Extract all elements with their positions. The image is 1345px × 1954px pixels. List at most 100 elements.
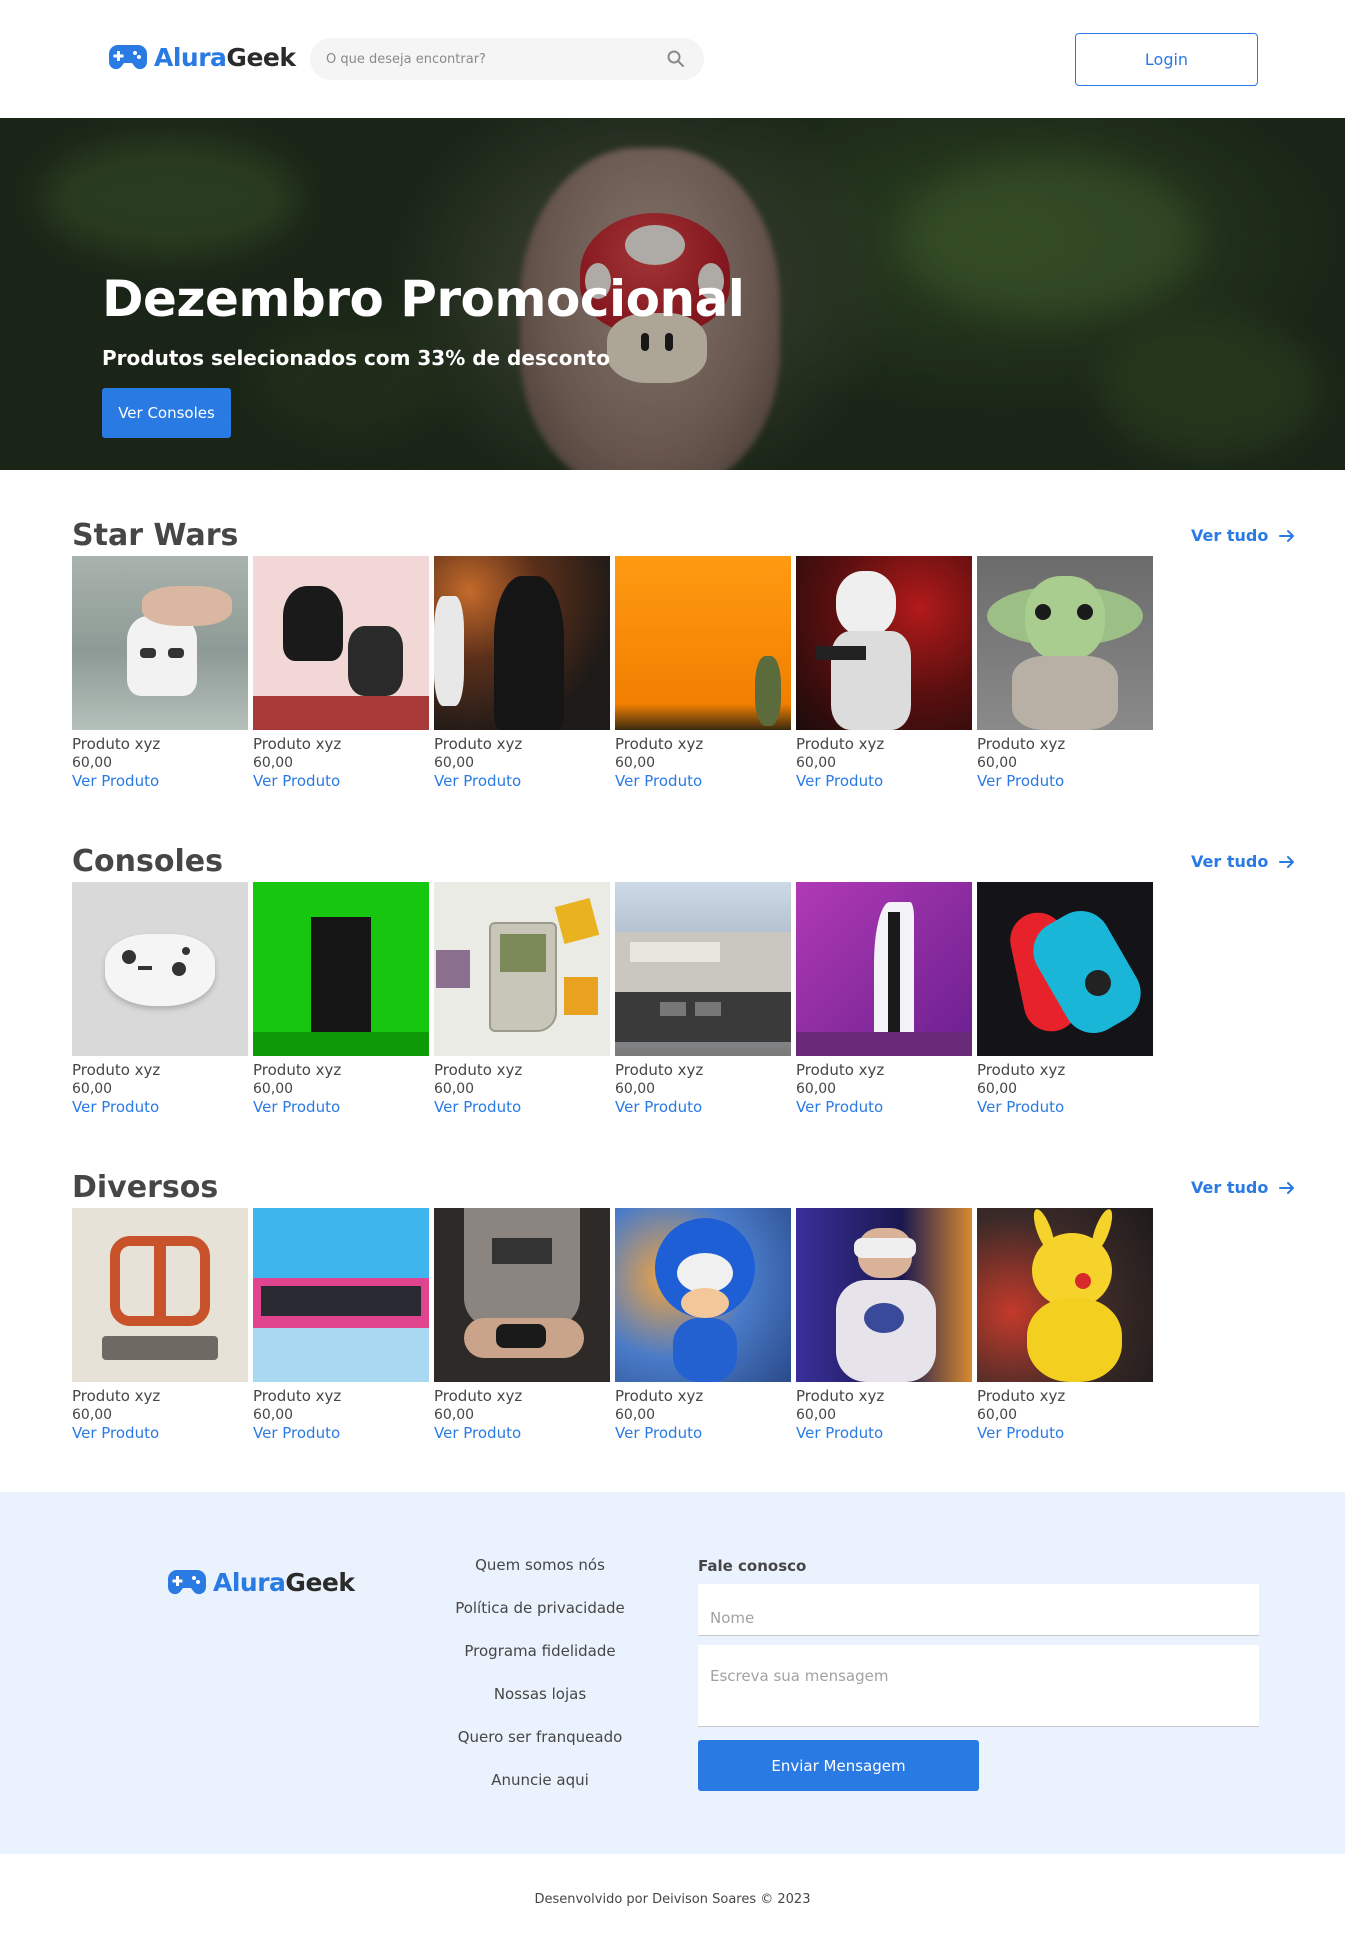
product-card[interactable]: Produto xyz 60,00 Ver Produto [615, 1208, 791, 1443]
product-card[interactable]: Produto xyz 60,00 Ver Produto [796, 1208, 972, 1443]
view-product-link[interactable]: Ver Produto [253, 1098, 429, 1117]
product-card[interactable]: Produto xyz 60,00 Ver Produto [253, 882, 429, 1117]
product-price: 60,00 [434, 1407, 475, 1423]
product-image-kylo-ren[interactable] [434, 556, 610, 730]
product-image-xbox-controller[interactable] [72, 882, 248, 1056]
product-image-kid-nes-shirt[interactable] [434, 1208, 610, 1382]
product-name: Produto xyz [796, 1061, 885, 1079]
product-card[interactable]: Produto xyz 60,00 Ver Produto [977, 556, 1153, 791]
product-name: Produto xyz [434, 735, 523, 753]
view-product-link[interactable]: Ver Produto [434, 1424, 610, 1443]
search-icon[interactable] [666, 49, 686, 69]
product-card[interactable]: Produto xyz 60,00 Ver Produto [615, 556, 791, 791]
product-name: Produto xyz [796, 735, 885, 753]
product-card[interactable]: Produto xyz 60,00 Ver Produto [977, 882, 1153, 1117]
footer-brand-logo[interactable]: AluraGeek [167, 1566, 355, 1598]
view-product-link[interactable]: Ver Produto [72, 1424, 248, 1443]
view-product-link[interactable]: Ver Produto [72, 1098, 248, 1117]
view-product-link[interactable]: Ver Produto [253, 1424, 429, 1443]
product-card[interactable]: Produto xyz 60,00 Ver Produto [72, 556, 248, 791]
product-card[interactable]: Produto xyz 60,00 Ver Produto [977, 1208, 1153, 1443]
banner-subtitle: Produtos selecionados com 33% de descont… [102, 346, 610, 370]
view-product-link[interactable]: Ver Produto [615, 1424, 791, 1443]
view-product-link[interactable]: Ver Produto [977, 1098, 1153, 1117]
header: AluraGeek Login [0, 0, 1345, 118]
product-image-xbox-series-x[interactable] [253, 882, 429, 1056]
see-all-link[interactable]: Ver tudo [1191, 852, 1296, 871]
product-image-ps5[interactable] [796, 882, 972, 1056]
message-field[interactable] [698, 1645, 1259, 1727]
section-title: Star Wars [72, 518, 239, 553]
view-product-link[interactable]: Ver Produto [434, 772, 610, 791]
product-card[interactable]: Produto xyz 60,00 Ver Produto [434, 556, 610, 791]
arrow-right-icon [1279, 529, 1295, 542]
view-product-link[interactable]: Ver Produto [434, 1098, 610, 1117]
view-product-link[interactable]: Ver Produto [253, 772, 429, 791]
product-price: 60,00 [977, 1081, 1018, 1097]
product-image-vr-kid[interactable] [796, 1208, 972, 1382]
view-product-link[interactable]: Ver Produto [615, 1098, 791, 1117]
product-name: Produto xyz [977, 1387, 1066, 1405]
product-card[interactable]: Produto xyz 60,00 Ver Produto [253, 556, 429, 791]
send-message-button[interactable]: Enviar Mensagem [698, 1740, 979, 1791]
product-image-stormtrooper-mug[interactable] [72, 556, 248, 730]
view-product-link[interactable]: Ver Produto [796, 772, 972, 791]
product-card[interactable]: Produto xyz 60,00 Ver Produto [434, 882, 610, 1117]
product-card[interactable]: Produto xyz 60,00 Ver Produto [434, 1208, 610, 1443]
view-product-link[interactable]: Ver Produto [796, 1424, 972, 1443]
product-price: 60,00 [434, 1081, 475, 1097]
product-card[interactable]: Produto xyz 60,00 Ver Produto [796, 556, 972, 791]
product-card[interactable]: Produto xyz 60,00 Ver Produto [796, 882, 972, 1117]
product-image-gameboy[interactable] [434, 882, 610, 1056]
footer-link-stores[interactable]: Nossas lojas [494, 1683, 586, 1706]
product-image-lego-helmets[interactable] [253, 556, 429, 730]
brand-logo[interactable]: AluraGeek [108, 41, 296, 73]
arrow-right-icon [1279, 855, 1295, 868]
product-name: Produto xyz [253, 735, 342, 753]
product-image-atari-tshirt[interactable] [72, 1208, 248, 1382]
product-card[interactable]: Produto xyz 60,00 Ver Produto [72, 882, 248, 1117]
product-price: 60,00 [253, 1407, 294, 1423]
hero-banner: Dezembro Promocional Produtos selecionad… [0, 118, 1345, 470]
name-field[interactable] [698, 1584, 1259, 1636]
see-consoles-button[interactable]: Ver Consoles [102, 388, 231, 438]
footer-link-franchise[interactable]: Quero ser franqueado [458, 1726, 623, 1749]
view-product-link[interactable]: Ver Produto [615, 772, 791, 791]
gamepad-icon [167, 1570, 207, 1595]
view-product-link[interactable]: Ver Produto [796, 1098, 972, 1117]
search-input[interactable] [326, 38, 646, 80]
product-name: Produto xyz [796, 1387, 885, 1405]
view-product-link[interactable]: Ver Produto [72, 772, 248, 791]
login-button[interactable]: Login [1075, 33, 1258, 86]
product-image-stormtrooper-figure[interactable] [796, 556, 972, 730]
footer-link-loyalty[interactable]: Programa fidelidade [464, 1640, 615, 1663]
product-image-joycon[interactable] [977, 882, 1153, 1056]
product-image-nes[interactable] [615, 882, 791, 1056]
product-name: Produto xyz [615, 1061, 704, 1079]
product-card[interactable]: Produto xyz 60,00 Ver Produto [253, 1208, 429, 1443]
view-product-link[interactable]: Ver Produto [977, 772, 1153, 791]
footer-link-about[interactable]: Quem somos nós [475, 1554, 605, 1577]
product-image-pikachu[interactable] [977, 1208, 1153, 1382]
product-price: 60,00 [977, 1407, 1018, 1423]
footer-link-advertise[interactable]: Anuncie aqui [491, 1769, 589, 1792]
view-product-link[interactable]: Ver Produto [977, 1424, 1153, 1443]
product-image-flip-clock[interactable] [253, 1208, 429, 1382]
product-image-yoda-orange[interactable] [615, 556, 791, 730]
product-name: Produto xyz [72, 1061, 161, 1079]
footer-link-privacy[interactable]: Política de privacidade [455, 1597, 625, 1620]
product-card[interactable]: Produto xyz 60,00 Ver Produto [72, 1208, 248, 1443]
credits: Desenvolvido por Deivison Soares © 2023 [534, 1892, 811, 1907]
product-price: 60,00 [977, 755, 1018, 771]
product-name: Produto xyz [434, 1387, 523, 1405]
product-name: Produto xyz [253, 1061, 342, 1079]
product-image-grogu[interactable] [977, 556, 1153, 730]
brand-name: AluraGeek [213, 1567, 355, 1597]
see-all-link[interactable]: Ver tudo [1191, 526, 1296, 545]
product-list: Produto xyz 60,00 Ver Produto Produto xy… [72, 882, 1153, 1117]
product-card[interactable]: Produto xyz 60,00 Ver Produto [615, 882, 791, 1117]
product-image-sonic[interactable] [615, 1208, 791, 1382]
product-name: Produto xyz [434, 1061, 523, 1079]
arrow-right-icon [1279, 1181, 1295, 1194]
see-all-link[interactable]: Ver tudo [1191, 1178, 1296, 1197]
